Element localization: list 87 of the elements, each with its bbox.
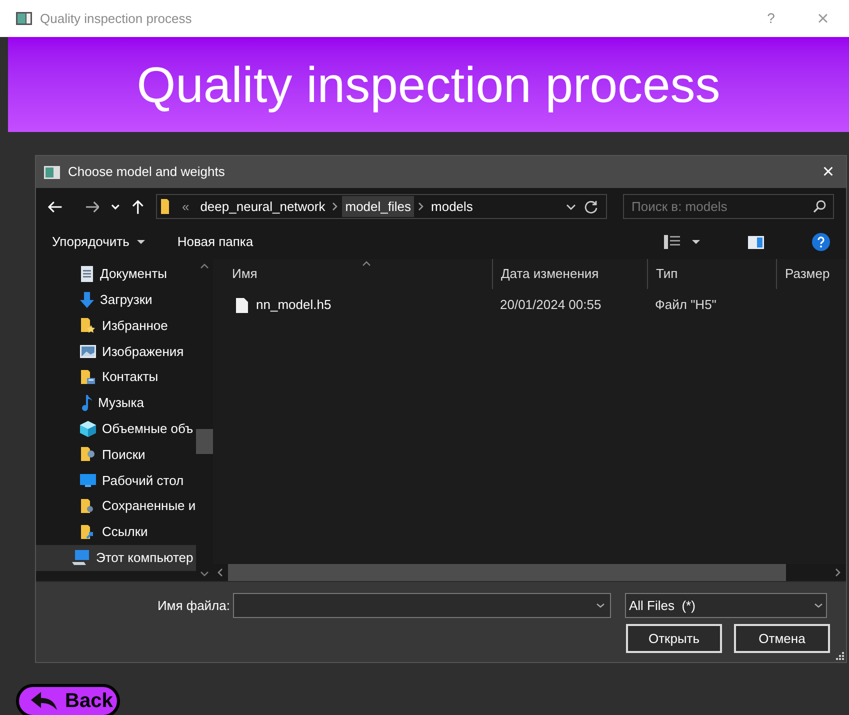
sidebar-label: Этот компьютер	[96, 548, 194, 567]
folder-star-icon	[80, 317, 96, 334]
file-type-dropdown[interactable]: All Files (*)	[625, 593, 827, 618]
up-arrow-icon[interactable]	[132, 200, 144, 214]
desktop-icon	[80, 474, 96, 487]
chevron-down-icon[interactable]	[566, 204, 576, 210]
sidebar-item[interactable]: Избранное	[36, 312, 196, 338]
sidebar-item[interactable]: Изображения	[36, 338, 196, 364]
sidebar-label: Изображения	[102, 342, 184, 361]
dialog-button[interactable]: Отмена	[734, 624, 830, 653]
sidebar-label: Объемные объ	[102, 420, 194, 438]
sidebar-label: Музыка	[98, 394, 144, 412]
list-view-icon	[664, 235, 680, 249]
column-header[interactable]: Тип	[647, 259, 776, 289]
chevron-down-icon	[814, 603, 823, 608]
folder-link-icon	[80, 524, 96, 540]
file-icon	[236, 298, 248, 312]
view-options-button[interactable]	[664, 235, 700, 249]
sidebar-item[interactable]: Сохраненные и	[36, 493, 196, 519]
organize-button[interactable]: Упорядочить	[52, 232, 146, 252]
dialog-title: Choose model and weights	[68, 163, 225, 182]
breadcrumb-item[interactable]: model_files	[342, 196, 414, 217]
document-icon	[80, 266, 94, 282]
preview-pane-icon[interactable]	[748, 236, 764, 248]
caret-icon	[137, 240, 146, 244]
dialog-button[interactable]: Открыть	[626, 624, 722, 653]
chevron-right-icon	[332, 202, 338, 211]
file-row[interactable]: nn_model.h5 20/01/2024 00:55 Файл "H5"	[212, 292, 846, 318]
sidebar-label: Контакты	[102, 368, 158, 386]
folder-contact-icon	[80, 369, 96, 386]
cube-icon	[80, 420, 96, 437]
folder-search-icon	[80, 498, 96, 514]
resize-grip-icon[interactable]	[836, 652, 844, 660]
breadcrumb-item[interactable]: models	[428, 196, 476, 217]
forward-icon[interactable]	[86, 200, 100, 212]
sidebar-item[interactable]: Документы	[36, 261, 196, 287]
file-date: 20/01/2024 00:55	[500, 297, 602, 312]
address-bar[interactable]: « deep_neural_network model_files models	[156, 194, 607, 219]
breadcrumb-item[interactable]: «	[178, 196, 194, 217]
down-arrow-icon	[80, 292, 94, 308]
dialog-icon	[44, 166, 60, 178]
column-header[interactable]: Дата изменения	[492, 259, 647, 289]
close-button[interactable]: ×	[822, 162, 834, 182]
new-folder-button[interactable]: Новая папка	[177, 232, 254, 252]
caret-icon	[692, 240, 700, 244]
search-field[interactable]: Поиск в: models	[622, 194, 834, 219]
app-icon	[16, 12, 32, 25]
sidebar-item[interactable]: Этот компьютер	[36, 544, 196, 571]
sidebar-item[interactable]: Загрузки	[36, 286, 196, 313]
column-header[interactable]: Имя	[212, 259, 492, 289]
folder-search-icon	[80, 446, 96, 462]
sidebar-label: Документы	[100, 265, 168, 284]
sidebar-label: Поиски	[102, 446, 146, 464]
sidebar-item[interactable]: Музыка	[36, 390, 196, 416]
sidebar-item[interactable]: Контакты	[36, 364, 196, 390]
file-name: nn_model.h5	[256, 296, 332, 314]
sort-caret-icon	[362, 261, 371, 266]
scroll-left-icon[interactable]	[217, 568, 223, 577]
sidebar-label: Избранное	[102, 316, 168, 335]
image-icon	[80, 344, 96, 358]
sidebar-label: Рабочий стол	[102, 472, 184, 490]
breadcrumb-item[interactable]: deep_neural_network	[197, 196, 328, 217]
computer-icon	[72, 550, 90, 566]
help-icon[interactable]	[812, 233, 830, 251]
sidebar-label: Сохраненные и	[102, 497, 196, 516]
sidebar-item[interactable]: Объемные объ	[36, 416, 196, 442]
scroll-up-icon[interactable]	[200, 263, 209, 269]
sidebar-label: Загрузки	[100, 290, 152, 309]
window-title: Quality inspection process	[40, 10, 192, 28]
scroll-right-icon[interactable]	[835, 568, 841, 577]
sidebar-label: Ссылки	[102, 523, 148, 542]
chevron-right-icon	[418, 202, 424, 211]
refresh-icon[interactable]	[584, 200, 598, 214]
sidebar-item[interactable]: Рабочий стол	[36, 467, 196, 494]
scroll-down-icon[interactable]	[200, 571, 209, 577]
chevron-down-icon	[596, 603, 605, 608]
file-type: Файл "H5"	[655, 297, 716, 312]
column-header[interactable]: Размер	[776, 259, 836, 289]
sidebar-item[interactable]: Ссылки	[36, 518, 196, 545]
back-button[interactable]: Back	[16, 684, 120, 715]
file-name-label: Имя файла:	[156, 596, 231, 615]
reply-arrow-icon	[31, 692, 57, 710]
music-note-icon	[80, 394, 92, 411]
search-icon	[813, 200, 826, 213]
back-icon[interactable]	[48, 200, 62, 212]
scrollbar-thumb[interactable]	[196, 429, 213, 454]
sidebar-item[interactable]: Поиски	[36, 442, 196, 468]
